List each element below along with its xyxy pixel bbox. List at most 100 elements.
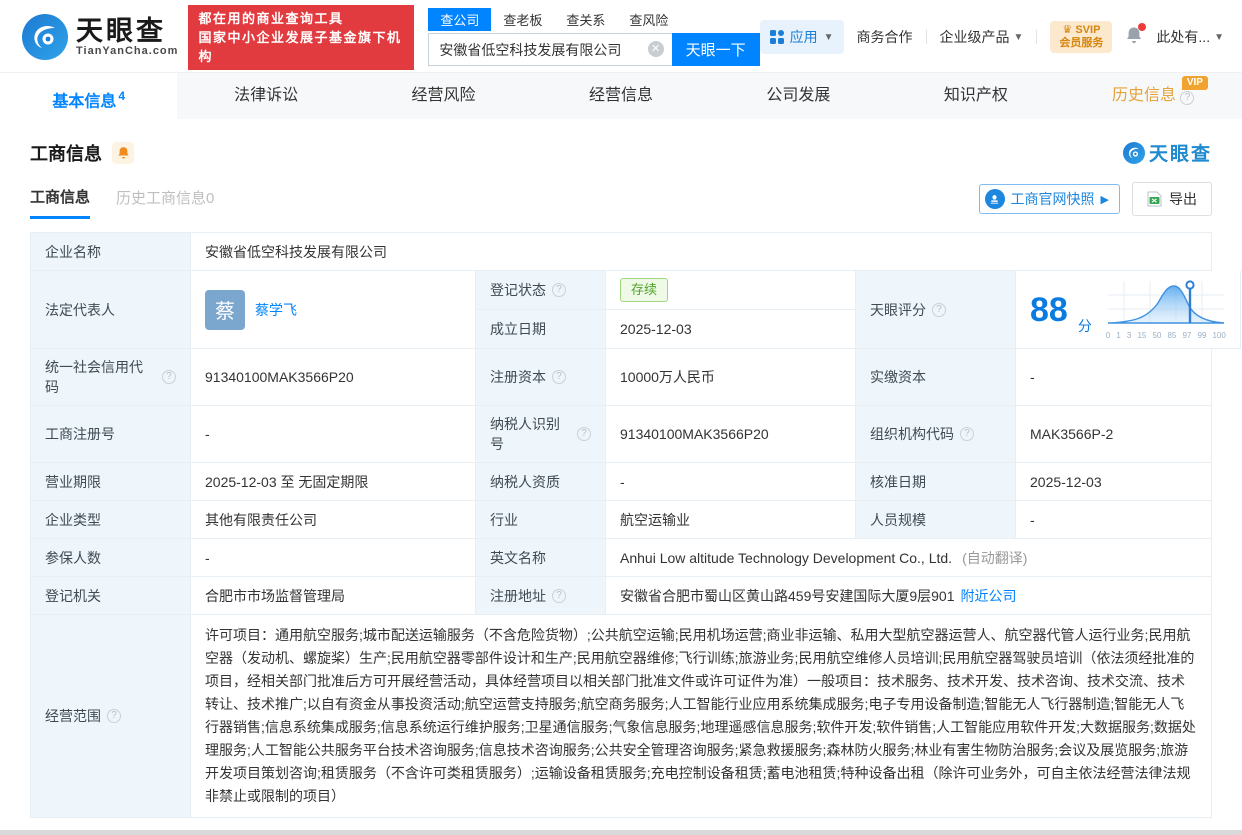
business-term-label: 营业期限 [31,463,191,501]
tab-basic-info[interactable]: 基本信息 4 [0,73,178,119]
english-name-label: 英文名称 [476,539,606,577]
chevron-down-icon: ▼ [823,31,834,43]
table-row-company-type: 企业类型 其他有限责任公司 行业 航空运输业 人员规模 - [31,501,1212,539]
slogan-line2: 国家中小企业发展子基金旗下机构 [198,29,402,64]
paid-capital-label: 实缴资本 [856,349,1016,406]
help-icon[interactable]: ? [960,427,974,441]
export-label: 导出 [1169,191,1197,207]
subtab-row: 工商信息 历史工商信息0 工商官网快照 ▶ 导出 [0,166,1242,222]
watermark-text: 天眼查 [1148,144,1212,165]
tab-intellectual-property[interactable]: 知识产权 [887,73,1064,119]
section-header: 工商信息 天眼查 [0,119,1242,166]
credit-code-value: 91340100MAK3566P20 [191,349,476,406]
svip-member-button[interactable]: ♛ SVIP 会员服务 [1050,21,1113,53]
subtab-history-business-info[interactable]: 历史工商信息0 [116,187,214,217]
taxpayer-qualification-label: 纳税人资质 [476,463,606,501]
reg-capital-value: 10000万人民币 [606,349,856,406]
tab-operating-risk[interactable]: 经营风险 [355,73,532,119]
table-row-reg-authority: 登记机关 合肥市市场监督管理局 注册地址? 安徽省合肥市蜀山区黄山路459号安建… [31,577,1212,615]
help-icon[interactable]: ? [577,427,591,441]
score-label: 天眼评分? [856,271,1016,349]
reg-number-label: 工商注册号 [31,406,191,463]
help-icon[interactable]: ? [107,709,121,723]
table-row-credit-code: 统一社会信用代码? 91340100MAK3566P20 注册资本? 10000… [31,349,1212,406]
stamp-icon [984,189,1005,209]
industry-value: 航空运输业 [606,501,856,539]
approval-date-value: 2025-12-03 [1016,463,1212,501]
reg-capital-label: 注册资本? [476,349,606,406]
reg-authority-label: 登记机关 [31,577,191,615]
tab-company-development[interactable]: 公司发展 [710,73,887,119]
nearby-companies-link[interactable]: 附近公司 [961,586,1017,606]
score-chart-ticks: 0 1 3 15 50 85 97 99 100 [1105,331,1226,340]
monitor-bell-icon[interactable] [112,141,134,164]
search-tab-risk[interactable]: 查风险 [617,8,680,31]
svip-line2: 会员服务 [1059,37,1104,49]
arrow-right-icon: ▶ [1100,193,1109,206]
chevron-down-icon: ▼ [1214,31,1224,43]
table-row-insured-count: 参保人数 - 英文名称 Anhui Low altitude Technolog… [31,539,1212,577]
export-button[interactable]: 导出 [1132,182,1212,216]
logo-subtitle: TianYanCha.com [76,45,179,57]
help-icon[interactable]: ? [1180,91,1195,105]
help-icon[interactable]: ? [932,302,946,317]
search-tabs: 查公司 查老板 查关系 查风险 [428,8,759,31]
taxpayer-id-label: 纳税人识别号? [476,406,606,463]
tianyancha-logo[interactable]: 天眼查 TianYanCha.com [22,14,178,60]
table-row-company-name: 企业名称 安徽省低空科技发展有限公司 [31,233,1212,271]
credit-code-label: 统一社会信用代码? [31,349,191,406]
search-input[interactable] [428,33,672,66]
top-header: 天眼查 TianYanCha.com 都在用的商业查询工具 国家中小企业发展子基… [0,0,1242,72]
business-cooperation-link[interactable]: 商务合作 [857,27,913,47]
search-button[interactable]: 天眼一下 [671,33,760,66]
help-icon[interactable]: ? [552,588,566,603]
search-tab-relation[interactable]: 查关系 [554,8,617,31]
logo-title: 天眼查 [76,16,166,46]
status-badge: 存续 [620,278,669,302]
company-name-label: 企业名称 [31,233,191,271]
auto-translate-note: (自动翻译) [962,549,1028,566]
tab-legal-litigation[interactable]: 法律诉讼 [177,73,354,119]
search-tab-boss[interactable]: 查老板 [491,8,554,31]
establish-date-value: 2025-12-03 [606,310,856,349]
avatar[interactable]: 蔡 [205,289,245,330]
search-tab-company[interactable]: 查公司 [428,8,492,31]
reg-number-value: - [191,406,476,463]
org-code-value: MAK3566P-2 [1016,406,1212,463]
enterprise-products-menu[interactable]: 企业级产品 ▼ [940,27,1024,47]
search-block: 查公司 查老板 查关系 查风险 ✕ 天眼一下 [428,8,760,66]
watermark-logo-icon [1122,141,1145,164]
slogan-line1: 都在用的商业查询工具 [198,10,344,26]
enterprise-products-label: 企业级产品 [939,29,1010,45]
legal-rep-link[interactable]: 蔡学飞 [255,300,297,320]
divider [1036,30,1038,44]
notification-bell-icon[interactable] [1125,23,1147,48]
reg-address-value: 安徽省合肥市蜀山区黄山路459号安建国际大厦9层901 附近公司 [606,577,1212,615]
help-icon[interactable]: ? [162,370,176,384]
establish-date-label: 成立日期 [476,310,606,349]
paid-capital-value: - [1016,349,1212,406]
section-title: 工商信息 [30,143,102,164]
user-account-menu[interactable]: 此处有... ▼ [1156,27,1224,47]
reg-status-value: 存续 [606,271,856,310]
tab-operating-info[interactable]: 经营信息 [532,73,709,119]
clear-input-icon[interactable]: ✕ [647,41,664,57]
staff-size-label: 人员规模 [856,501,1016,539]
apps-menu[interactable]: 应用 ▼ [759,20,844,54]
tab-history-info[interactable]: VIP 历史信息 ? [1065,73,1242,119]
english-name-value: Anhui Low altitude Technology Developmen… [606,539,1212,577]
legal-rep-label: 法定代表人 [31,271,191,349]
help-icon[interactable]: ? [552,370,566,384]
reg-authority-value: 合肥市市场监督管理局 [191,577,476,615]
subtab-business-info[interactable]: 工商信息 [30,186,91,219]
page-bottom-divider [0,830,1242,835]
reg-address-label: 注册地址? [476,577,606,615]
table-row-business-scope: 经营范围? 许可项目：通用航空服务;城市配送运输服务（不含危险货物）;公共航空运… [31,615,1212,818]
chevron-down-icon: ▼ [1013,31,1024,43]
industry-label: 行业 [476,501,606,539]
score-unit: 分 [1077,318,1092,334]
approval-date-label: 核准日期 [856,463,1016,501]
apps-label: 应用 [789,29,818,45]
help-icon[interactable]: ? [552,283,566,297]
official-snapshot-button[interactable]: 工商官网快照 ▶ [978,184,1120,214]
